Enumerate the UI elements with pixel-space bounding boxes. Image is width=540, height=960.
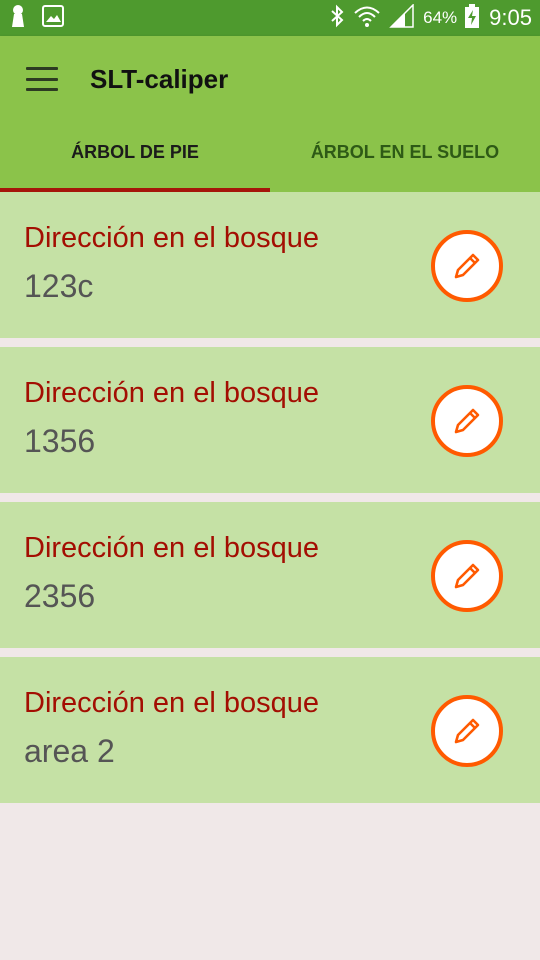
battery-percentage: 64% — [423, 8, 458, 27]
list-item[interactable]: Dirección en el bosque 2356 — [0, 502, 540, 648]
clock: 9:05 — [489, 5, 532, 30]
hamburger-menu-icon[interactable] — [26, 67, 58, 91]
list-item[interactable]: Dirección en el bosque area 2 — [0, 657, 540, 803]
edit-button[interactable] — [431, 540, 503, 612]
list-item-title: Dirección en el bosque — [24, 532, 320, 564]
battery-charging-icon — [465, 3, 480, 33]
tab-arbol-en-el-suelo[interactable]: ÁRBOL EN EL SUELO — [270, 112, 540, 192]
status-bar: 64% 9:05 — [0, 0, 540, 36]
status-bar-right: 64% 9:05 — [329, 0, 532, 36]
notification-icon — [10, 4, 26, 33]
bluetooth-icon — [329, 4, 345, 33]
list-item-title: Dirección en el bosque — [24, 222, 320, 254]
list-item-value: area 2 — [24, 733, 115, 769]
edit-button[interactable] — [431, 695, 503, 767]
list-item-value: 123c — [24, 268, 94, 304]
tab-bar: ÁRBOL DE PIE ÁRBOL EN EL SUELO — [0, 112, 540, 192]
pencil-icon — [454, 408, 480, 434]
pencil-icon — [454, 563, 480, 589]
pencil-icon — [454, 253, 480, 279]
pencil-icon — [454, 718, 480, 744]
edit-button[interactable] — [431, 230, 503, 302]
tab-arbol-de-pie[interactable]: ÁRBOL DE PIE — [0, 112, 270, 192]
wifi-icon — [353, 4, 381, 33]
status-bar-left — [10, 4, 64, 33]
forest-direction-list: Dirección en el bosque 123c Dirección en… — [0, 192, 540, 812]
list-item-title: Dirección en el bosque — [24, 377, 320, 409]
app-title: SLT-caliper — [90, 64, 229, 94]
signal-icon — [389, 2, 415, 33]
edit-button[interactable] — [431, 385, 503, 457]
list-item[interactable]: Dirección en el bosque 1356 — [0, 347, 540, 493]
list-item-value: 2356 — [24, 578, 96, 614]
image-icon — [42, 4, 64, 32]
list-item[interactable]: Dirección en el bosque 123c — [0, 192, 540, 338]
list-item-value: 1356 — [24, 423, 96, 459]
app-bar: SLT-caliper ÁRBOL DE PIE ÁRBOL EN EL SUE… — [0, 36, 540, 192]
list-item-title: Dirección en el bosque — [24, 687, 320, 719]
